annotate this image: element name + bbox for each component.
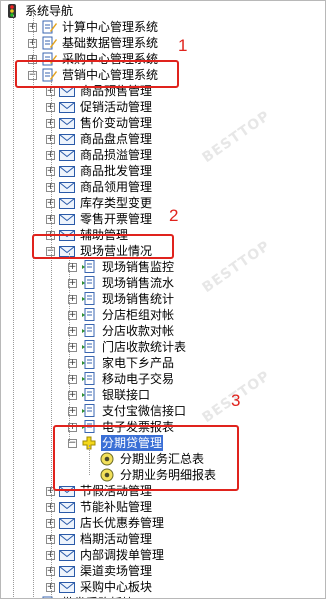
tree-item-module[interactable]: + 商品领用管理 (46, 179, 153, 195)
envelope-icon (59, 196, 75, 210)
tree-item-module[interactable]: + 售价变动管理 (46, 115, 153, 131)
document-icon (81, 260, 97, 274)
tree-item-module[interactable]: + 商品盘点管理 (46, 131, 153, 147)
tree-item-function[interactable]: + 家电下乡产品 (68, 355, 175, 371)
tree-item-system[interactable]: + 基础数据管理系统 (28, 35, 159, 51)
envelope-icon (59, 132, 75, 146)
tree-item-label: 采购中心板块 (80, 580, 153, 594)
tree-item-function[interactable]: + 现场销售监控 (68, 259, 175, 275)
envelope-icon (59, 212, 75, 226)
tree-item-module[interactable]: + 零售开票管理 (46, 211, 153, 227)
document-icon (81, 388, 97, 402)
highlight-box-installment (53, 425, 239, 491)
envelope-icon (59, 580, 75, 594)
envelope-icon (59, 532, 75, 546)
tree-item-module[interactable]: + 渠道卖场管理 (46, 563, 153, 579)
envelope-icon (59, 116, 75, 130)
annotation-number: 3 (231, 391, 241, 410)
document-icon (81, 340, 97, 354)
tree-item-module[interactable]: + 节能补贴管理 (46, 499, 153, 515)
tree-item-label: 家电下乡产品 (102, 356, 175, 370)
tree-item-label: 系统导航 (25, 4, 74, 18)
tree-item-module[interactable]: + 内部调拨单管理 (46, 547, 165, 563)
navigation-panel: 系统导航 + 计算中心管理系统 + 基础数据管理系统 + 采购中心管理系统 − 营销中心管理系统… (0, 0, 326, 599)
tree-item-label: 支付宝微信接口 (102, 404, 187, 418)
tree-item-label: 促销活动管理 (80, 100, 153, 114)
tree-connector (13, 15, 14, 598)
tree-item-label: 库存类型变更 (80, 196, 153, 210)
document-icon (81, 276, 97, 290)
document-edit-icon (41, 36, 57, 50)
tree-item-system[interactable]: + 计算中心管理系统 (28, 19, 159, 35)
document-icon (81, 404, 97, 418)
tree-item-label: 商品领用管理 (80, 180, 153, 194)
tree-connector (33, 15, 34, 598)
tree-connector (51, 81, 52, 598)
document-edit-icon (41, 20, 57, 34)
tree-item-function[interactable]: + 分店收款对帐 (68, 323, 175, 339)
tree-item-label: 银联接口 (102, 388, 151, 402)
tree-root[interactable]: 系统导航 (4, 3, 74, 19)
document-icon (81, 324, 97, 338)
tree-connector (69, 253, 70, 443)
tree-item-function[interactable]: + 门店收款统计表 (68, 339, 187, 355)
tree-item-label: 零售开票管理 (80, 212, 153, 226)
tree-item-function[interactable]: + 支付宝微信接口 (68, 403, 187, 419)
tree-item-module[interactable]: + 商品批发管理 (46, 163, 153, 179)
tree-item-label: 节能补贴管理 (80, 500, 153, 514)
highlight-box-onsite (32, 234, 174, 259)
tree-item-function[interactable]: + 现场销售统计 (68, 291, 175, 307)
tree-item-module[interactable]: + 店长优惠券管理 (46, 515, 165, 531)
tree-item-function[interactable]: + 分店柜组对帐 (68, 307, 175, 323)
tree-item-label: 门店收款统计表 (102, 340, 187, 354)
tree-item-label: 渠道卖场管理 (80, 564, 153, 578)
tree-item-label: 移动电子交易 (102, 372, 175, 386)
envelope-icon (59, 516, 75, 530)
system-navigation-tree: 系统导航 + 计算中心管理系统 + 基础数据管理系统 + 采购中心管理系统 − 营销中心管理系统… (1, 1, 325, 598)
tree-item-label: 计算中心管理系统 (62, 20, 159, 34)
traffic-light-icon (4, 4, 20, 18)
annotation-number: 2 (169, 206, 179, 225)
tree-item-label: 档期活动管理 (80, 532, 153, 546)
tree-item-label: 分店柜组对帐 (102, 308, 175, 322)
tree-item-function[interactable]: + 移动电子交易 (68, 371, 175, 387)
tree-item-function[interactable]: + 银联接口 (68, 387, 151, 403)
tree-item-label: 现场销售流水 (102, 276, 175, 290)
tree-item-function[interactable]: + 现场销售流水 (68, 275, 175, 291)
tree-item-module[interactable]: + 库存类型变更 (46, 195, 153, 211)
tree-item-label: 商品损溢管理 (80, 148, 153, 162)
tree-item-label: 商品盘点管理 (80, 132, 153, 146)
envelope-icon (59, 164, 75, 178)
tree-item-label: 基础数据管理系统 (62, 36, 159, 50)
tree-item-module[interactable]: + 采购中心板块 (46, 579, 153, 595)
tree-item-label: 现场销售监控 (102, 260, 175, 274)
tree-item-label: 店长优惠券管理 (80, 516, 165, 530)
document-icon (81, 372, 97, 386)
tree-item-label: 现场销售统计 (102, 292, 175, 306)
annotation-number: 1 (178, 36, 188, 55)
envelope-icon (59, 180, 75, 194)
envelope-icon (59, 148, 75, 162)
tree-item-label: 批发采购板块 (61, 595, 135, 598)
tree-item-label: 分店收款对帐 (102, 324, 175, 338)
envelope-icon (59, 100, 75, 114)
tree-item-label: 内部调拨单管理 (80, 548, 165, 562)
envelope-icon (59, 500, 75, 514)
envelope-icon (59, 548, 75, 562)
document-icon (81, 356, 97, 370)
tree-item-label: 商品批发管理 (80, 164, 153, 178)
tree-item-label: 售价变动管理 (80, 116, 153, 130)
highlight-box-marketing (15, 60, 179, 88)
tree-item-module[interactable]: + 商品损溢管理 (46, 147, 153, 163)
document-icon (81, 292, 97, 306)
tree-item-module[interactable]: + 档期活动管理 (46, 531, 153, 547)
envelope-icon (59, 564, 75, 578)
document-icon (81, 308, 97, 322)
tree-item-system[interactable]: +批发采购板块 (28, 595, 135, 598)
tree-item-module[interactable]: + 促销活动管理 (46, 99, 153, 115)
